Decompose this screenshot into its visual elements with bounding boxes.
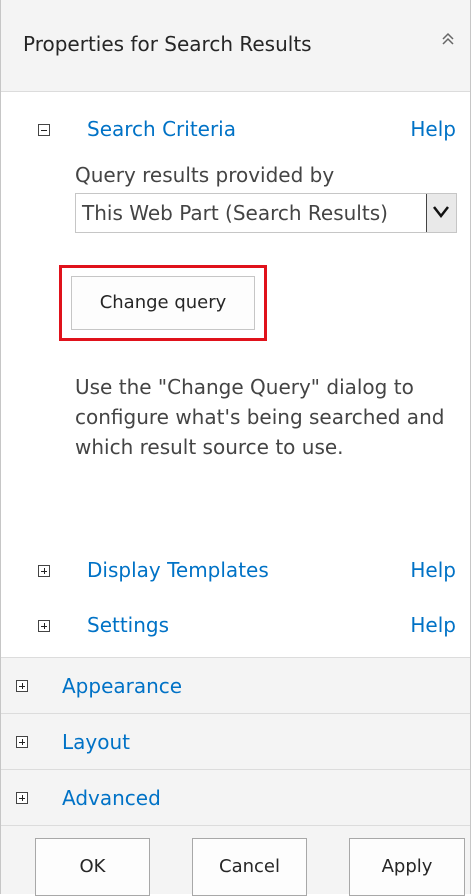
advanced-title[interactable]: Advanced bbox=[62, 786, 161, 810]
display-templates-title[interactable]: Display Templates bbox=[87, 558, 269, 582]
expand-plus-icon[interactable] bbox=[16, 792, 28, 804]
layout-section: Layout bbox=[1, 713, 470, 770]
double-chevron-up-icon[interactable] bbox=[436, 30, 460, 54]
appearance-title[interactable]: Appearance bbox=[62, 674, 182, 698]
expand-plus-icon[interactable] bbox=[38, 565, 50, 577]
layout-title[interactable]: Layout bbox=[62, 730, 130, 754]
tool-pane-footer: OK Cancel Apply bbox=[1, 825, 470, 896]
tool-pane: Properties for Search Results Search Cri… bbox=[0, 0, 471, 896]
display-templates-help-link[interactable]: Help bbox=[410, 558, 456, 582]
advanced-section: Advanced bbox=[1, 769, 470, 826]
chevron-down-icon[interactable] bbox=[426, 194, 456, 232]
ok-button[interactable]: OK bbox=[35, 838, 150, 896]
tool-pane-header: Properties for Search Results bbox=[1, 0, 470, 92]
search-criteria-title[interactable]: Search Criteria bbox=[87, 117, 236, 141]
appearance-section: Appearance bbox=[1, 657, 470, 714]
query-source-value: This Web Part (Search Results) bbox=[82, 201, 388, 225]
settings-help-link[interactable]: Help bbox=[410, 613, 456, 637]
settings-title[interactable]: Settings bbox=[87, 613, 169, 637]
settings-header: Settings Help bbox=[1, 610, 470, 642]
apply-button[interactable]: Apply bbox=[349, 838, 465, 896]
change-query-description: Use the "Change Query" dialog to configu… bbox=[75, 375, 445, 459]
query-source-label: Query results provided by bbox=[75, 163, 335, 187]
query-source-select[interactable]: This Web Part (Search Results) bbox=[75, 193, 457, 233]
search-criteria-help-link[interactable]: Help bbox=[410, 117, 456, 141]
collapse-minus-icon[interactable] bbox=[38, 124, 50, 136]
change-query-button[interactable]: Change query bbox=[71, 276, 255, 330]
search-criteria-header: Search Criteria Help bbox=[1, 114, 470, 146]
display-templates-header: Display Templates Help bbox=[1, 555, 470, 587]
expand-plus-icon[interactable] bbox=[38, 620, 50, 632]
pane-title: Properties for Search Results bbox=[23, 32, 312, 56]
expand-plus-icon[interactable] bbox=[16, 736, 28, 748]
cancel-button[interactable]: Cancel bbox=[192, 838, 307, 896]
expand-plus-icon[interactable] bbox=[16, 680, 28, 692]
